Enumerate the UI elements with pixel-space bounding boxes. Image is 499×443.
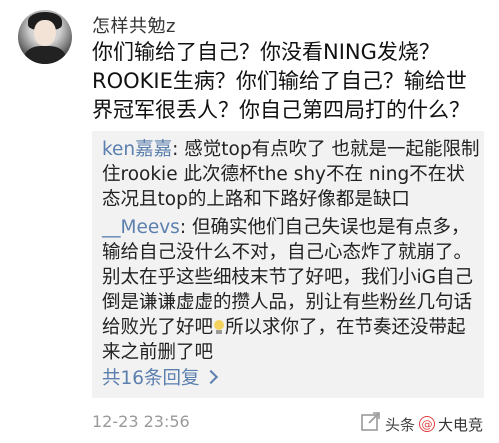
username[interactable]: 怎样共勉z [92,12,176,38]
avatar-face [34,20,56,46]
comment-text: 你们输给了自己？你没看NING发烧？ROOKIE生病？你们输给了自己？输给世界冠… [92,40,470,122]
reply-item[interactable]: __Meevs: 但确实他们自己失误也是有点多，输给自己没什么不对，自己心态炸了… [102,215,480,365]
watermark-name: 大电竞 [438,415,484,434]
reply-author[interactable]: ken嘉嘉 [102,139,172,160]
chevron-right-icon [203,369,218,385]
reply-separator: : [172,139,185,160]
comment-card: 怎样共勉z 你们输给了自己？你没看NING发烧？ROOKIE生病？你们输给了自己… [0,0,499,443]
view-all-replies-link[interactable]: 共16条回复 [102,364,218,390]
watermark-at-icon: @ [419,416,436,432]
view-all-label: 共16条回复 [102,368,200,389]
watermark: 头条 @ 大电竞 [385,412,495,436]
reply-separator: : [179,217,192,238]
lightbulb-icon [214,320,225,335]
timestamp: 12-23 23:56 [92,412,190,431]
reply-box[interactable]: ken嘉嘉: 感觉top有点吹了 也就是一起能限制住rookie 此次德杯the… [92,131,484,398]
reply-item[interactable]: ken嘉嘉: 感觉top有点吹了 也就是一起能限制住rookie 此次德杯the… [102,137,480,212]
share-icon[interactable] [360,410,382,432]
reply-author[interactable]: __Meevs [102,217,180,238]
watermark-platform: 头条 [385,415,416,434]
avatar-body [24,46,66,64]
avatar[interactable] [18,10,72,64]
